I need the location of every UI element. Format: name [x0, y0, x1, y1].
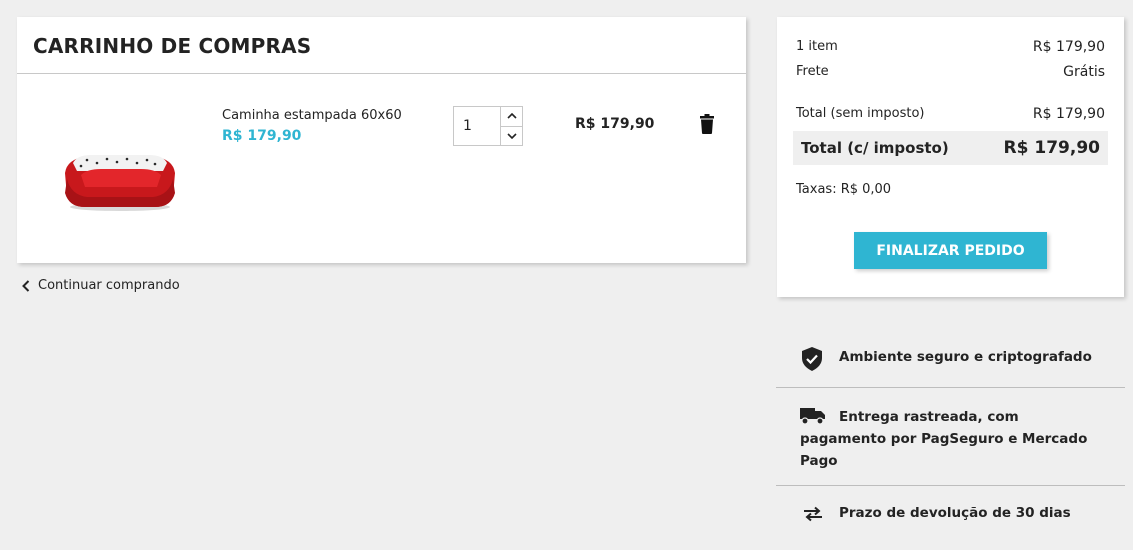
- summary-total-excl-value: R$ 179,90: [1032, 106, 1105, 122]
- summary-items-label: 1 item: [796, 39, 838, 54]
- summary-shipping-label: Frete: [796, 64, 829, 79]
- cart-panel: CARRINHO DE COMPRAS Caminha estampada 60…: [17, 17, 746, 263]
- page-title: CARRINHO DE COMPRAS: [17, 17, 746, 74]
- summary-total-excl-label: Total (sem imposto): [796, 106, 925, 121]
- summary-items-value: R$ 179,90: [1032, 39, 1105, 55]
- checkout-button[interactable]: FINALIZAR PEDIDO: [854, 232, 1047, 269]
- reassurance-returns: Prazo de devolução de 30 dias: [839, 505, 1071, 521]
- order-summary: 1 item R$ 179,90 Frete Grátis Total (sem…: [777, 17, 1124, 297]
- quantity-stepper: [453, 106, 523, 146]
- quantity-increase-button[interactable]: [501, 107, 522, 126]
- summary-total-incl-label: Total (c/ imposto): [801, 139, 949, 157]
- chevron-up-icon: [506, 113, 517, 119]
- divider: [776, 485, 1125, 486]
- product-name[interactable]: Caminha estampada 60x60: [222, 108, 402, 123]
- quantity-input[interactable]: [454, 107, 500, 145]
- reassurance-delivery: Entrega rastreada, com pagamento por Pag…: [800, 409, 1088, 469]
- summary-total-incl-row: Total (c/ imposto) R$ 179,90: [793, 131, 1108, 165]
- product-unit-price: R$ 179,90: [222, 128, 302, 144]
- summary-total-incl-value: R$ 179,90: [1003, 138, 1100, 158]
- summary-taxes: Taxas: R$ 0,00: [796, 182, 892, 197]
- summary-shipping-row: Frete Grátis: [796, 64, 1105, 80]
- summary-total-excl-row: Total (sem imposto) R$ 179,90: [796, 106, 1105, 122]
- divider: [776, 387, 1125, 388]
- chevron-down-icon: [506, 133, 517, 139]
- continue-shopping-link[interactable]: Continuar comprando: [22, 278, 180, 293]
- product-image[interactable]: [57, 135, 183, 215]
- summary-shipping-value: Grátis: [1063, 64, 1105, 80]
- trash-icon[interactable]: [699, 114, 715, 134]
- quantity-decrease-button[interactable]: [501, 125, 522, 146]
- line-total: R$ 179,90: [575, 116, 655, 132]
- reassurance-secure: Ambiente seguro e criptografado: [839, 349, 1092, 365]
- chevron-left-icon: [22, 279, 30, 292]
- continue-shopping-label: Continuar comprando: [38, 278, 180, 293]
- summary-items-row: 1 item R$ 179,90: [796, 39, 1105, 55]
